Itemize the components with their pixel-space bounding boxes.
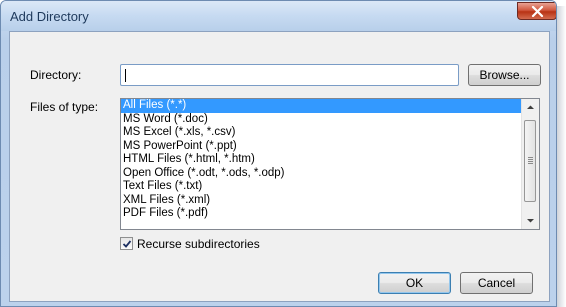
text-caret	[125, 69, 126, 82]
directory-input[interactable]	[120, 64, 459, 86]
thumb-grip-line	[528, 159, 533, 160]
ok-button[interactable]: OK	[378, 272, 451, 294]
list-item-open-office[interactable]: Open Office (*.odt, *.ods, *.odp)	[121, 167, 521, 181]
directory-label: Directory:	[30, 68, 82, 82]
thumb-grip-line	[528, 161, 533, 162]
files-of-type-label: Files of type:	[30, 100, 99, 114]
list-item-all-files[interactable]: All Files (*.*)	[121, 99, 521, 113]
recurse-checkbox[interactable]	[120, 237, 133, 250]
scroll-up-arrow-icon	[527, 105, 534, 109]
list-item-ms-excel[interactable]: MS Excel (*.xls, *.csv)	[121, 126, 521, 140]
vertical-scrollbar[interactable]	[521, 99, 539, 229]
thumb-grip-line	[528, 163, 533, 164]
scrollbar-thumb[interactable]	[524, 120, 536, 202]
list-item-html-files[interactable]: HTML Files (*.html, *.htm)	[121, 153, 521, 167]
list-item-xml-files[interactable]: XML Files (*.xml)	[121, 194, 521, 208]
scroll-up-button[interactable]	[522, 99, 539, 116]
title-bar[interactable]: Add Directory	[1, 1, 556, 31]
cancel-button[interactable]: Cancel	[460, 272, 533, 294]
thumb-grip-line	[528, 157, 533, 158]
list-item-ms-word[interactable]: MS Word (*.doc)	[121, 113, 521, 127]
close-x-icon	[531, 6, 544, 17]
list-item-text-files[interactable]: Text Files (*.txt)	[121, 180, 521, 194]
file-type-listbox[interactable]: All Files (*.*) MS Word (*.doc) MS Excel…	[120, 98, 540, 230]
recurse-label: Recurse subdirectories	[137, 237, 260, 251]
list-item-ms-powerpoint[interactable]: MS PowerPoint (*.ppt)	[121, 140, 521, 154]
dialog-window: Add Directory Directory: Browse... Files…	[0, 0, 557, 307]
window-shadow	[557, 6, 566, 307]
scroll-down-arrow-icon	[527, 219, 534, 223]
file-type-list: All Files (*.*) MS Word (*.doc) MS Excel…	[121, 99, 521, 221]
list-item-pdf-files[interactable]: PDF Files (*.pdf)	[121, 207, 521, 221]
close-button[interactable]	[517, 2, 556, 20]
checkmark-icon	[122, 240, 132, 248]
browse-button[interactable]: Browse...	[468, 64, 541, 86]
scroll-down-button[interactable]	[522, 212, 539, 229]
dialog-title: Add Directory	[10, 9, 89, 24]
dialog-client-area: Directory: Browse... Files of type: All …	[9, 31, 550, 302]
